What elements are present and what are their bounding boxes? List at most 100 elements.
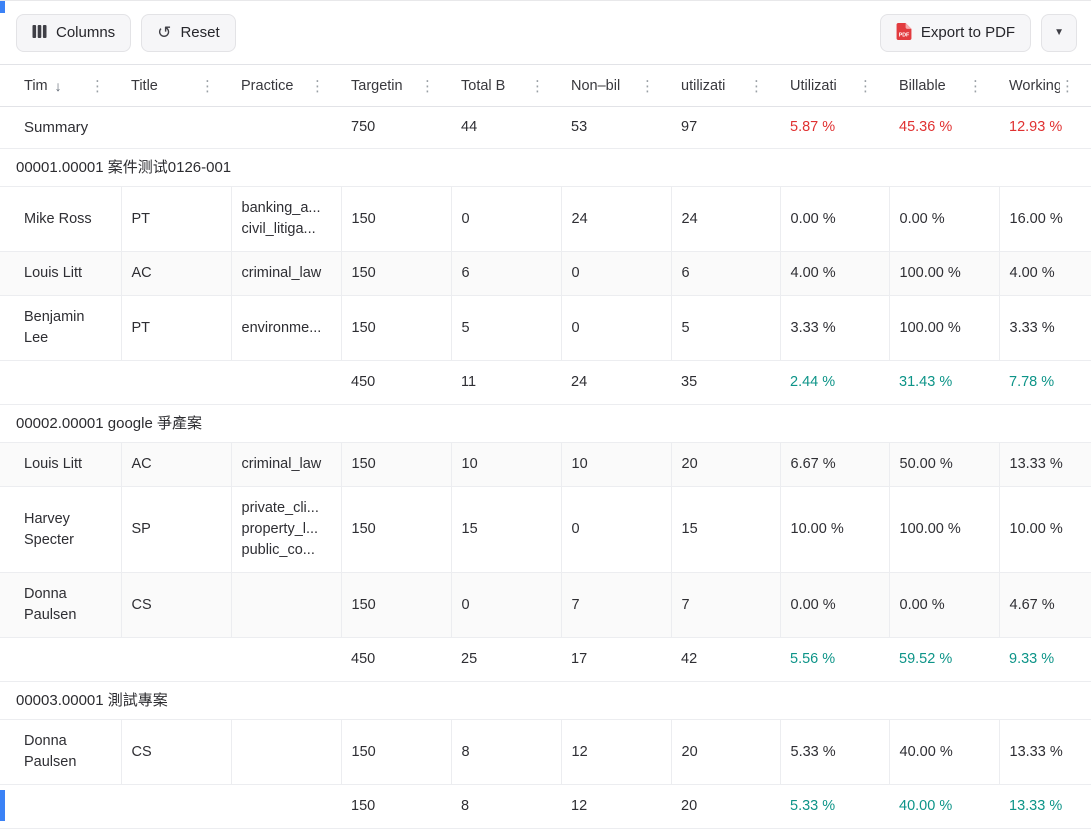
col-header-non-billable[interactable]: Non–bil⋮	[561, 65, 671, 107]
column-menu-icon[interactable]: ⋮	[640, 77, 655, 95]
empty-cell	[0, 785, 121, 829]
group-header-row: 00003.00001 測試專案	[0, 682, 1091, 720]
col-header-title[interactable]: Title ⋮	[121, 65, 231, 107]
value-cell: 150	[341, 187, 451, 252]
percent-cell: 13.33 %	[999, 443, 1091, 487]
value-cell: 12	[561, 720, 671, 785]
column-menu-icon[interactable]: ⋮	[200, 77, 215, 95]
column-menu-icon[interactable]: ⋮	[530, 77, 545, 95]
subtotal-percent-cell: 59.52 %	[889, 638, 999, 682]
title-cell: AC	[121, 252, 231, 296]
col-header-practice[interactable]: Practice ⋮	[231, 65, 341, 107]
title-cell: PT	[121, 187, 231, 252]
value-cell: 15	[671, 487, 780, 573]
percent-cell: 100.00 %	[889, 487, 999, 573]
percent-cell: 100.00 %	[889, 296, 999, 361]
value-cell: 7	[561, 573, 671, 638]
percent-cell: 0.00 %	[780, 573, 889, 638]
value-cell: 150	[341, 573, 451, 638]
col-header-label: Working	[1009, 78, 1060, 94]
timekeeper-cell: Benjamin Lee	[0, 296, 121, 361]
col-header-label: Billable	[899, 78, 946, 94]
subtotal-value-cell: 450	[341, 638, 451, 682]
columns-button[interactable]: Columns	[16, 14, 131, 52]
group-title: 00002.00001 google 爭產案	[0, 405, 1091, 443]
export-options-caret-button[interactable]: ▼	[1041, 14, 1077, 52]
group-header-row: 00002.00001 google 爭產案	[0, 405, 1091, 443]
value-cell: 150	[341, 252, 451, 296]
toolbar: Columns ↺ Reset PDF Export to PDF ▼	[0, 1, 1091, 64]
title-cell: SP	[121, 487, 231, 573]
empty-cell	[121, 107, 231, 149]
col-header-targeting[interactable]: Targetin⋮	[341, 65, 451, 107]
title-cell: AC	[121, 443, 231, 487]
value-cell: 0	[561, 296, 671, 361]
column-menu-icon[interactable]: ⋮	[90, 77, 105, 95]
header-row: Tim ↓ ⋮ Title ⋮ Practice ⋮ Targetin⋮ Total…	[0, 65, 1091, 107]
subtotal-percent-cell: 40.00 %	[889, 785, 999, 829]
subtotal-value-cell: 12	[561, 785, 671, 829]
value-cell: 7	[671, 573, 780, 638]
value-cell: 10	[451, 443, 561, 487]
summary-value-cell: 44	[451, 107, 561, 149]
timekeeper-cell: Louis Litt	[0, 443, 121, 487]
col-header-label: Title	[131, 78, 158, 94]
subtotal-value-cell: 25	[451, 638, 561, 682]
value-cell: 24	[561, 187, 671, 252]
summary-percent-cell: 45.36 %	[889, 107, 999, 149]
group-header-row: 00001.00001 案件测试0126-001	[0, 149, 1091, 187]
col-header-working[interactable]: Working⋮	[999, 65, 1091, 107]
value-cell: 0	[561, 252, 671, 296]
subtotal-percent-cell: 5.56 %	[780, 638, 889, 682]
column-menu-icon[interactable]: ⋮	[310, 77, 325, 95]
percent-cell: 3.33 %	[780, 296, 889, 361]
reset-button[interactable]: ↺ Reset	[141, 14, 235, 52]
edge-accent-bottom	[0, 790, 5, 821]
col-header-total-billable[interactable]: Total B ⋮	[451, 65, 561, 107]
col-header-label: Total B	[461, 78, 505, 94]
column-menu-icon[interactable]: ⋮	[968, 77, 983, 95]
col-header-label: Practice	[241, 78, 293, 94]
export-pdf-button-label: Export to PDF	[921, 24, 1015, 41]
grid-header: Tim ↓ ⋮ Title ⋮ Practice ⋮ Targetin⋮ Total…	[0, 65, 1091, 107]
grid-body: Summary 750 44 53 97 5.87 % 45.36 % 12.9…	[0, 107, 1091, 829]
export-pdf-button[interactable]: PDF Export to PDF	[880, 14, 1031, 52]
column-menu-icon[interactable]: ⋮	[420, 77, 435, 95]
practice-area-cell	[231, 720, 341, 785]
data-row: Harvey Specter SP private_cli... propert…	[0, 487, 1091, 573]
timekeeper-cell: Louis Litt	[0, 252, 121, 296]
empty-cell	[231, 107, 341, 149]
col-header-timekeeper[interactable]: Tim ↓ ⋮	[0, 65, 121, 107]
timekeeper-cell: Mike Ross	[0, 187, 121, 252]
column-menu-icon[interactable]: ⋮	[749, 77, 764, 95]
column-menu-icon[interactable]: ⋮	[1060, 77, 1075, 95]
data-row: Benjamin Lee PT environme... 150 5 0 5 3…	[0, 296, 1091, 361]
percent-cell: 0.00 %	[780, 187, 889, 252]
value-cell: 5	[671, 296, 780, 361]
value-cell: 6	[671, 252, 780, 296]
pdf-file-icon: PDF	[896, 23, 912, 43]
column-menu-icon[interactable]: ⋮	[858, 77, 873, 95]
col-header-utilization-rate[interactable]: Utilizati⋮	[780, 65, 889, 107]
sort-descending-icon[interactable]: ↓	[55, 78, 62, 94]
percent-cell: 4.00 %	[780, 252, 889, 296]
col-header-utilization[interactable]: utilizati⋮	[671, 65, 780, 107]
percent-cell: 10.00 %	[999, 487, 1091, 573]
value-cell: 0	[561, 487, 671, 573]
data-row: Donna Paulsen CS 150 8 12 20 5.33 % 40.0…	[0, 720, 1091, 785]
col-header-billable[interactable]: Billable ⋮	[889, 65, 999, 107]
percent-cell: 50.00 %	[889, 443, 999, 487]
subtotal-row: 150 8 12 20 5.33 % 40.00 % 13.33 %	[0, 785, 1091, 829]
subtotal-percent-cell: 7.78 %	[999, 361, 1091, 405]
empty-cell	[0, 638, 121, 682]
value-cell: 150	[341, 487, 451, 573]
percent-cell: 4.67 %	[999, 573, 1091, 638]
percent-cell: 40.00 %	[889, 720, 999, 785]
group-title: 00001.00001 案件测试0126-001	[0, 149, 1091, 187]
columns-button-label: Columns	[56, 24, 115, 41]
subtotal-value-cell: 20	[671, 785, 780, 829]
empty-cell	[0, 361, 121, 405]
empty-cell	[121, 638, 231, 682]
value-cell: 0	[451, 187, 561, 252]
empty-cell	[121, 785, 231, 829]
